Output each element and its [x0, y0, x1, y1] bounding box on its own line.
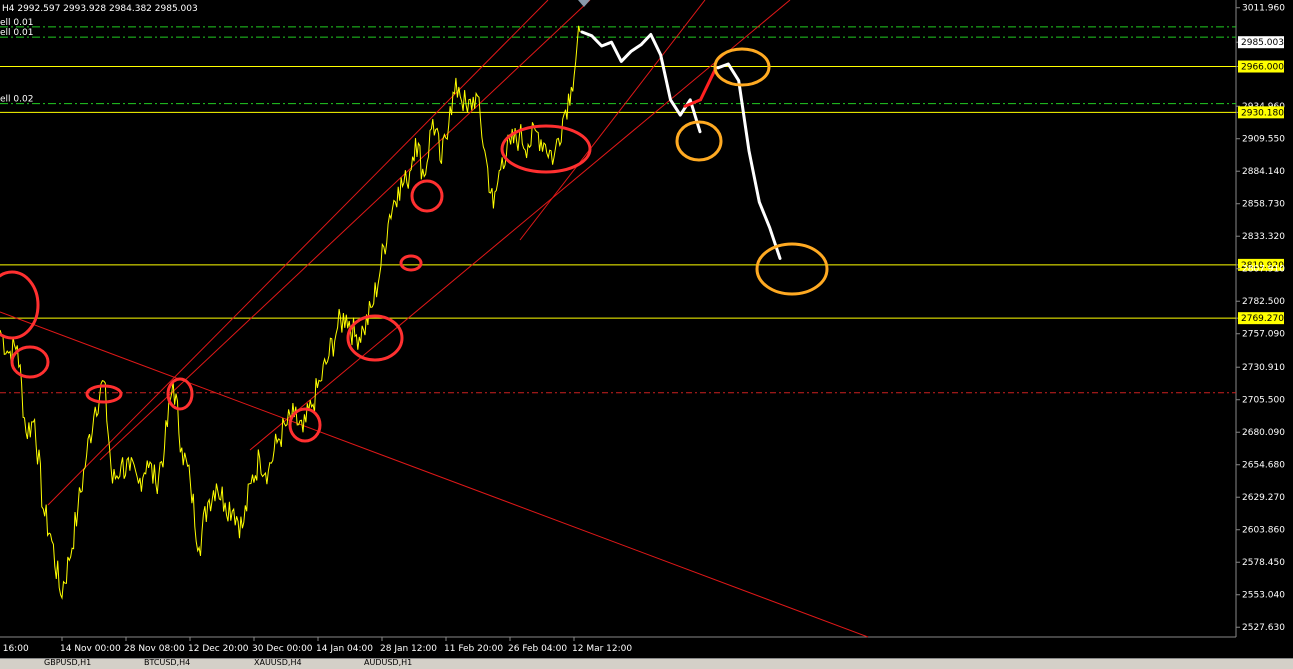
y-tick-label: 2884.140 — [1242, 167, 1285, 177]
y-tick-label: 2527.630 — [1242, 623, 1285, 633]
price-level-badge-text: 2769.270 — [1241, 314, 1284, 324]
tab-audusd[interactable]: AUDUSD,H1 — [360, 659, 416, 668]
x-tick-label: 28 Jan 12:00 — [380, 644, 437, 654]
y-tick-label: 2603.860 — [1242, 526, 1285, 536]
x-tick-label: 14 Jan 04:00 — [316, 644, 373, 654]
y-tick-label: 2578.450 — [1242, 558, 1285, 568]
order-level-label: ell 0.02 — [0, 95, 33, 105]
y-tick-label: 2553.040 — [1242, 591, 1285, 601]
y-tick-label: 2730.910 — [1242, 363, 1285, 373]
x-tick-label: 12 Dec 20:00 — [188, 644, 249, 654]
y-tick-label: 2858.730 — [1242, 200, 1285, 210]
y-tick-label: 2833.320 — [1242, 232, 1285, 242]
x-tick-label: 26 Feb 04:00 — [508, 644, 567, 654]
tab-btcusd[interactable]: BTCUSD,H4 — [140, 659, 194, 668]
price-chart[interactable]: ell 0.01ell 0.01 ell 0.02 3011.960 2985.00… — [0, 0, 1293, 668]
y-tick-label: 2680.090 — [1242, 428, 1285, 438]
x-tick-label: 28 Nov 08:00 — [124, 644, 185, 654]
y-tick-label: 2807.910 — [1242, 265, 1285, 275]
price-level-badge-text: 2966.000 — [1241, 63, 1284, 73]
y-tick-label: 2654.680 — [1242, 461, 1285, 471]
y-tick-label: 2629.270 — [1242, 493, 1285, 503]
x-tick-label: 14 Nov 00:00 — [60, 644, 121, 654]
tab-gbpusd[interactable]: GBPUSD,H1 — [40, 659, 95, 668]
x-tick-label: 11 Feb 20:00 — [444, 644, 503, 654]
y-tick-label: 2757.090 — [1242, 330, 1285, 340]
chart-tab-bar: GBPUSD,H1 BTCUSD,H4 XAUUSD,H4 AUDUSD,H1 — [0, 658, 1293, 669]
price-level-badge-text: 2985.003 — [1241, 38, 1284, 48]
y-tick-label: 3011.960 — [1242, 4, 1285, 14]
price-level-badge-text: 2930.180 — [1241, 108, 1284, 118]
x-tick-label: 12 Mar 12:00 — [572, 644, 632, 654]
y-tick-label: 2909.550 — [1242, 135, 1285, 145]
x-tick-label: 30 Oct 16:00 — [0, 644, 29, 654]
x-tick-label: 30 Dec 00:00 — [252, 644, 313, 654]
tab-xauusd[interactable]: XAUUSD,H4 — [250, 659, 306, 668]
order-level-label: ell 0.01 — [0, 18, 33, 28]
y-tick-label: 2782.500 — [1242, 297, 1285, 307]
y-tick-label: 2705.500 — [1242, 396, 1285, 406]
order-level-label: ell 0.01 — [0, 28, 33, 38]
ohlc-label: H4 2992.597 2993.928 2984.382 2985.003 — [2, 4, 198, 14]
